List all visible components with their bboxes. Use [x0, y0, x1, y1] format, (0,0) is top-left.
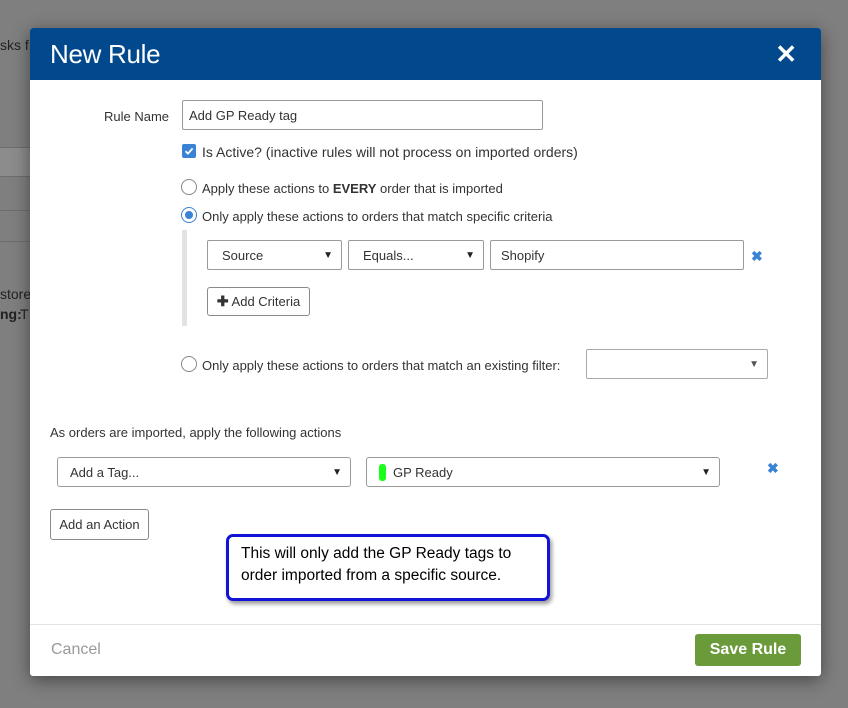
- radio-existing-filter[interactable]: [181, 356, 197, 372]
- radio-specific-criteria[interactable]: [181, 207, 197, 223]
- criteria-value-input[interactable]: [490, 240, 744, 270]
- caret-down-icon: ▼: [323, 249, 333, 261]
- remove-criteria-icon[interactable]: ✖: [751, 248, 763, 265]
- callout-text: This will only add the GP Ready tags to …: [241, 545, 512, 584]
- actions-heading: As orders are imported, apply the follow…: [50, 425, 342, 440]
- criteria-indent-bar: [182, 230, 187, 326]
- remove-action-icon[interactable]: ✖: [767, 460, 779, 477]
- radio-specific-label: Only apply these actions to orders that …: [202, 209, 553, 224]
- criteria-field-value: Source: [222, 247, 264, 263]
- rule-name-input[interactable]: [182, 100, 543, 130]
- close-icon[interactable]: ✕: [775, 41, 797, 67]
- background-text: sks f: [0, 37, 29, 53]
- tag-color-swatch: [379, 463, 386, 481]
- criteria-field-select[interactable]: Source ▼: [207, 240, 342, 270]
- action-type-select[interactable]: Add a Tag... ▼: [57, 457, 351, 487]
- caret-down-icon: ▼: [749, 358, 759, 370]
- new-rule-modal: New Rule ✕ Rule Name Is Active? (inactiv…: [30, 28, 821, 676]
- criteria-operator-value: Equals...: [363, 247, 414, 263]
- caret-down-icon: ▼: [465, 249, 475, 261]
- tag-select-content: GP Ready: [379, 463, 453, 481]
- action-type-value: Add a Tag...: [70, 464, 140, 480]
- radio-every-label: Apply these actions to EVERY order that …: [202, 181, 503, 196]
- radio-every-order[interactable]: [181, 179, 197, 195]
- add-action-button[interactable]: Add an Action: [50, 509, 149, 540]
- add-action-label: Add an Action: [59, 517, 140, 532]
- background-text: store: [0, 286, 32, 302]
- save-rule-label: Save Rule: [709, 641, 787, 658]
- save-rule-button[interactable]: Save Rule: [695, 634, 801, 666]
- footer-divider: [30, 624, 821, 625]
- background-text: T: [20, 306, 29, 322]
- background-row: [0, 147, 30, 177]
- background-text: ng:: [0, 306, 22, 322]
- radio-every-prefix: Apply these actions to: [202, 181, 333, 196]
- is-active-label: Is Active? (inactive rules will not proc…: [202, 144, 578, 160]
- plus-icon: ✚: [216, 293, 229, 309]
- tag-value: GP Ready: [393, 464, 453, 480]
- add-criteria-label: Add Criteria: [231, 294, 301, 309]
- caret-down-icon: ▼: [701, 466, 711, 478]
- existing-filter-select[interactable]: ▼: [586, 349, 768, 379]
- background-row: [0, 210, 30, 242]
- radio-filter-label: Only apply these actions to orders that …: [202, 358, 561, 373]
- rule-name-label: Rule Name: [104, 109, 170, 124]
- checkmark-icon: [184, 147, 194, 155]
- is-active-checkbox[interactable]: [182, 144, 196, 158]
- radio-every-suffix: order that is imported: [376, 181, 503, 196]
- modal-header: New Rule ✕: [30, 28, 821, 80]
- add-criteria-button[interactable]: ✚ Add Criteria: [207, 287, 310, 316]
- tag-select[interactable]: GP Ready ▼: [366, 457, 720, 487]
- cancel-button[interactable]: Cancel: [51, 641, 101, 659]
- caret-down-icon: ▼: [332, 466, 342, 478]
- radio-every-bold: EVERY: [332, 181, 377, 196]
- annotation-callout: This will only add the GP Ready tags to …: [226, 534, 550, 601]
- criteria-operator-select[interactable]: Equals... ▼: [348, 240, 484, 270]
- modal-title: New Rule: [50, 38, 161, 69]
